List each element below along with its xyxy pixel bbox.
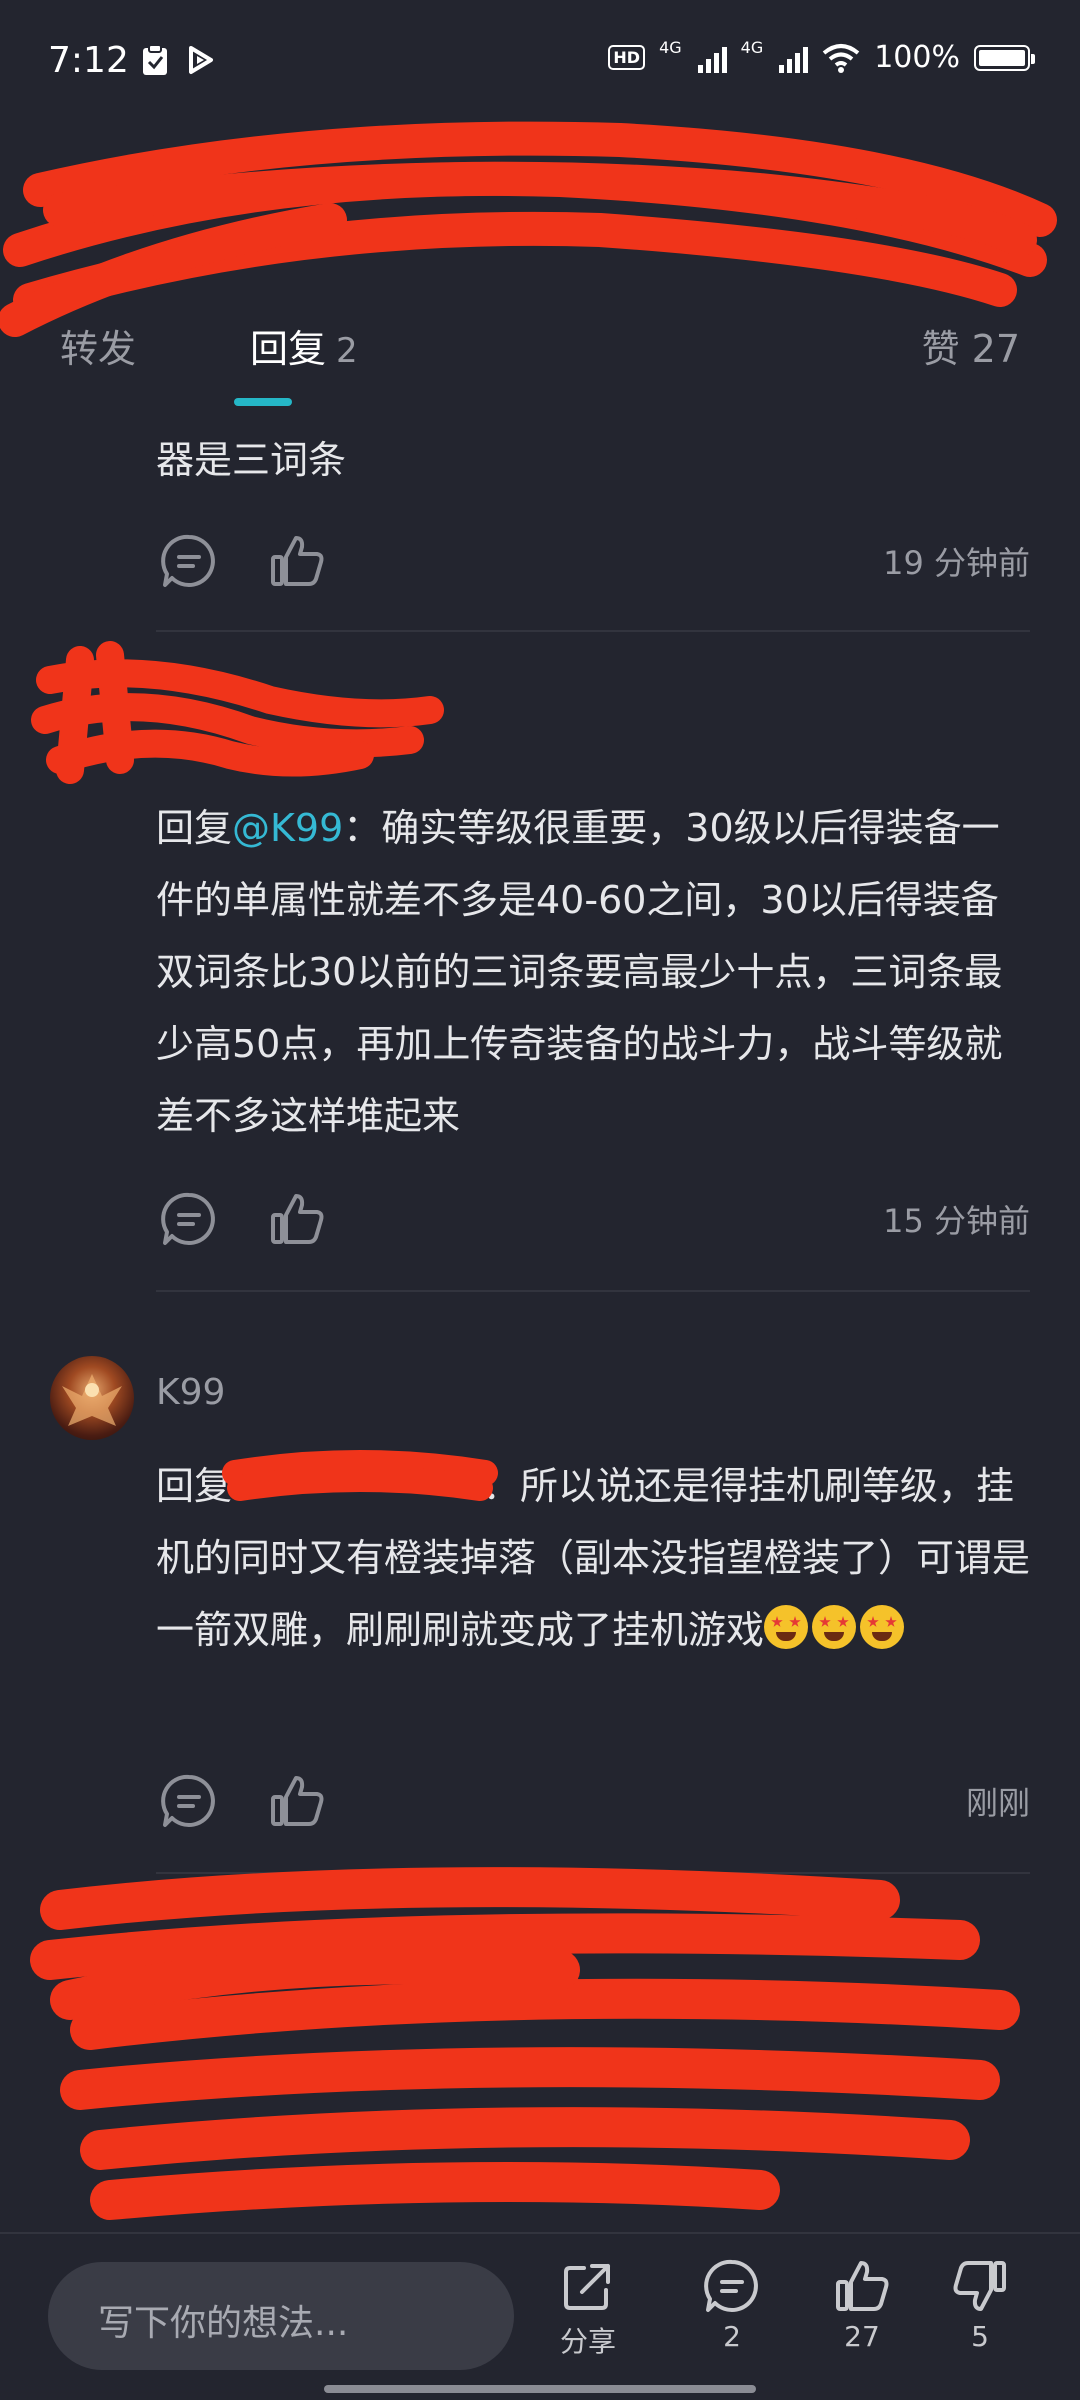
divider	[156, 1290, 1030, 1292]
like-count: 27	[844, 2320, 880, 2353]
like-icon[interactable]	[268, 1772, 326, 1830]
comment-actions: 15 分钟前	[160, 1186, 1030, 1256]
emoji-star-struck	[812, 1605, 857, 1649]
battery-percent: 100%	[874, 40, 960, 75]
reply-icon[interactable]	[160, 1190, 218, 1248]
tab-active-indicator	[234, 398, 292, 406]
like-icon[interactable]	[268, 532, 326, 590]
battery-icon	[974, 44, 1035, 71]
network-label-1: 4G	[659, 38, 682, 57]
comments-button[interactable]: 2	[682, 2256, 782, 2353]
reply-screen: 7:12 HD 4G 4G 100% 转发 回复 2 赞 27 器是三词条 19…	[0, 0, 1080, 2400]
username[interactable]: K99	[156, 1372, 225, 1413]
network-label-2: 4G	[740, 38, 764, 57]
comment-actions: 刚刚	[160, 1768, 1030, 1838]
reply-icon[interactable]	[160, 1772, 218, 1830]
like-icon[interactable]	[268, 1190, 326, 1248]
comment-text: 回复@K99：确实等级很重要，30级以后得装备一件的单属性就差不多是40-60之…	[156, 792, 1036, 1152]
dislike-button[interactable]: 5	[930, 2256, 1030, 2353]
mention-link[interactable]: @K99	[232, 806, 343, 850]
emoji-star-struck	[860, 1605, 905, 1649]
status-left-icons	[140, 44, 216, 76]
signal-icon-2	[779, 43, 809, 73]
status-time: 7:12	[48, 40, 129, 81]
comment-time: 15 分钟前	[883, 1202, 1030, 1240]
reply-tabs: 转发 回复 2 赞 27	[0, 300, 1080, 410]
bottom-action-bar: 写下你的想法... 分享 2 27 5	[0, 2232, 1080, 2400]
redacted-user	[31, 641, 444, 784]
divider	[156, 630, 1030, 632]
redacted-comment	[30, 1867, 1020, 2220]
share-icon	[564, 2264, 610, 2310]
play-icon	[189, 46, 213, 74]
dislike-count: 5	[971, 2320, 989, 2353]
comment-time: 刚刚	[965, 1784, 1030, 1822]
signal-icon	[697, 43, 727, 73]
home-indicator[interactable]	[324, 2385, 756, 2393]
tab-forward[interactable]: 转发	[60, 318, 136, 373]
comment-count: 2	[723, 2320, 741, 2353]
wifi-icon	[822, 43, 860, 73]
reply-icon[interactable]	[160, 532, 218, 590]
clipboard-icon	[143, 44, 167, 75]
emoji-star-struck	[764, 1605, 809, 1649]
share-button[interactable]: 分享	[538, 2256, 638, 2360]
thumbs-up-icon	[836, 2261, 889, 2311]
like-button[interactable]: 27	[812, 2256, 912, 2353]
comment-icon	[704, 2259, 758, 2312]
comment-input[interactable]: 写下你的想法...	[48, 2262, 514, 2370]
tab-reply[interactable]: 回复 2	[250, 318, 358, 373]
thumbs-down-icon	[953, 2261, 1006, 2311]
reply-prefix: 回复	[156, 806, 233, 850]
redacted-mention-scribble	[222, 1450, 498, 1501]
status-right: HD 4G 4G 100%	[608, 38, 1035, 75]
comment-input-placeholder: 写下你的想法...	[98, 2303, 349, 2344]
comment-text: 器是三词条	[156, 438, 347, 482]
reply-count: 2	[336, 331, 358, 371]
comment-body: ：确实等级很重要，30级以后得装备一件的单属性就差不多是40-60之间，30以后…	[156, 806, 1003, 1138]
share-label: 分享	[559, 2325, 616, 2358]
hd-icon: HD	[608, 45, 646, 70]
avatar[interactable]	[50, 1356, 134, 1440]
avatar-image	[62, 1374, 122, 1426]
tab-likes[interactable]: 赞 27	[922, 318, 1020, 373]
comment-actions: 19 分钟前	[160, 528, 1030, 598]
comment-time: 19 分钟前	[883, 544, 1030, 582]
